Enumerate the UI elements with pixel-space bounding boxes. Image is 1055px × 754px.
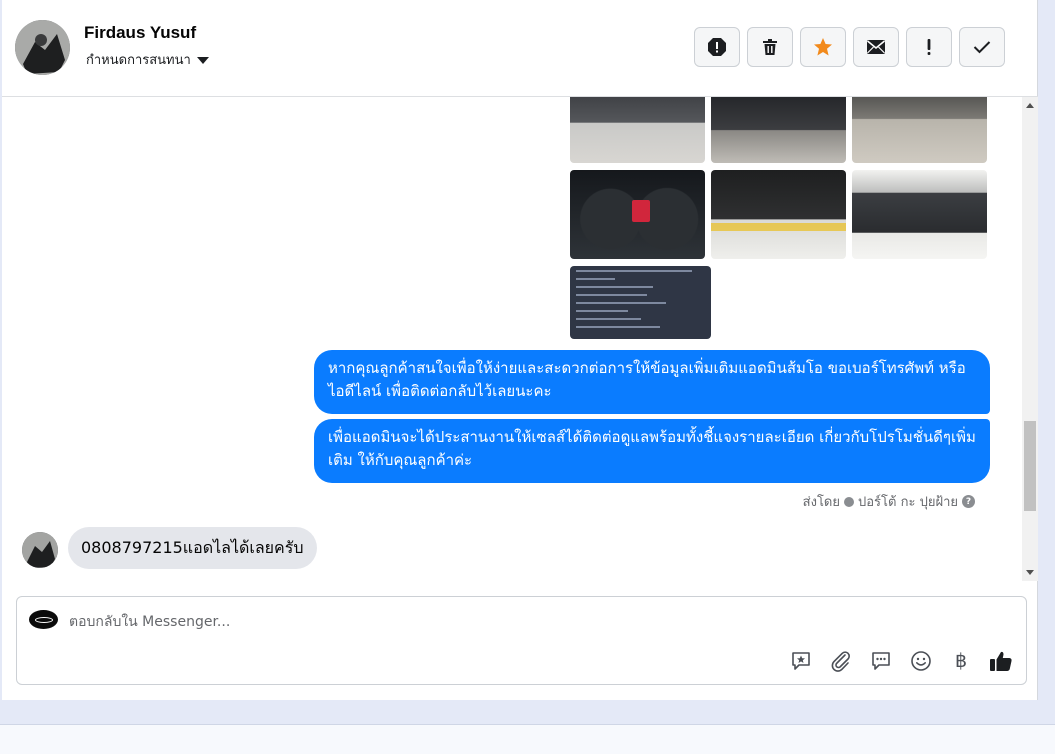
message-list[interactable]: หากคุณลูกค้าสนใจเพื่อให้ง่ายและสะดวกต่อก… (2, 97, 1022, 581)
attachment-photo[interactable] (570, 170, 705, 259)
assign-conversation-dropdown[interactable]: กำหนดการสนทนา (86, 49, 209, 70)
faq-icon (872, 652, 890, 670)
report-icon (708, 38, 726, 56)
star-button[interactable] (800, 27, 846, 67)
faq-button[interactable] (868, 648, 894, 674)
attachment-button[interactable] (828, 648, 854, 674)
attachment-photo[interactable] (711, 97, 846, 163)
saved-reply-button[interactable] (788, 648, 814, 674)
scroll-down-arrow-icon[interactable] (1026, 570, 1034, 575)
payment-icon: ฿ (954, 650, 968, 672)
help-icon[interactable]: ? (962, 495, 975, 508)
check-icon (973, 41, 991, 54)
agent-avatar-icon (844, 496, 854, 507)
reply-input[interactable] (69, 610, 969, 634)
page-footer-strip (0, 725, 1055, 754)
conversation-panel: Firdaus Yusuf กำหนดการสนทนา หากคุณลูกค้า… (2, 0, 1038, 700)
saved-reply-icon (792, 652, 810, 670)
message-scrollbar[interactable] (1022, 97, 1038, 581)
assign-label: กำหนดการสนทนา (86, 53, 191, 68)
report-button[interactable] (694, 27, 740, 67)
incoming-message[interactable]: 0808797215แอดไลได้เลยครับ (68, 527, 317, 569)
emoji-button[interactable] (908, 648, 934, 674)
contact-name[interactable]: Firdaus Yusuf (84, 23, 196, 43)
sent-by-prefix: ส่งโดย (802, 495, 840, 510)
scrollbar-thumb[interactable] (1024, 421, 1036, 511)
mark-important-button[interactable] (906, 27, 952, 67)
attachment-document-image[interactable] (570, 266, 711, 339)
outgoing-message[interactable]: หากคุณลูกค้าสนใจเพื่อให้ง่ายและสะดวกต่อก… (314, 350, 990, 414)
scroll-up-arrow-icon[interactable] (1026, 103, 1034, 108)
outgoing-message[interactable]: เพื่อแอดมินจะได้ประสานงานให้เซลส์ได้ติดต… (314, 419, 990, 483)
like-button[interactable] (988, 648, 1014, 674)
like-icon (990, 651, 1012, 671)
star-icon (814, 38, 832, 56)
emoji-icon (911, 651, 931, 671)
caret-down-icon (196, 57, 209, 64)
mark-done-button[interactable] (959, 27, 1005, 67)
mark-unread-button[interactable] (853, 27, 899, 67)
composer-tools: ฿ (788, 648, 1014, 674)
exclamation-icon (927, 39, 931, 55)
header-actions (694, 27, 1005, 67)
delete-button[interactable] (747, 27, 793, 67)
attachment-photo[interactable] (711, 170, 846, 259)
conversation-header: Firdaus Yusuf กำหนดการสนทนา (2, 0, 1038, 97)
attachment-icon (831, 651, 850, 672)
payment-button[interactable]: ฿ (948, 648, 974, 674)
trash-icon (763, 39, 777, 55)
sent-by-label: ส่งโดย ปอร์โต้ กะ ปุยฝ้าย ? (803, 491, 975, 512)
reply-composer: ฿ (16, 596, 1027, 685)
mail-icon (866, 40, 886, 54)
contact-avatar[interactable] (15, 20, 70, 75)
attachment-photo[interactable] (852, 97, 987, 163)
attachment-photo[interactable] (852, 170, 987, 259)
attachment-photo[interactable] (570, 97, 705, 163)
page-logo-icon (29, 610, 58, 629)
sent-by-name: ปอร์โต้ กะ ปุยฝ้าย (858, 495, 958, 510)
contact-avatar-small (22, 532, 58, 568)
